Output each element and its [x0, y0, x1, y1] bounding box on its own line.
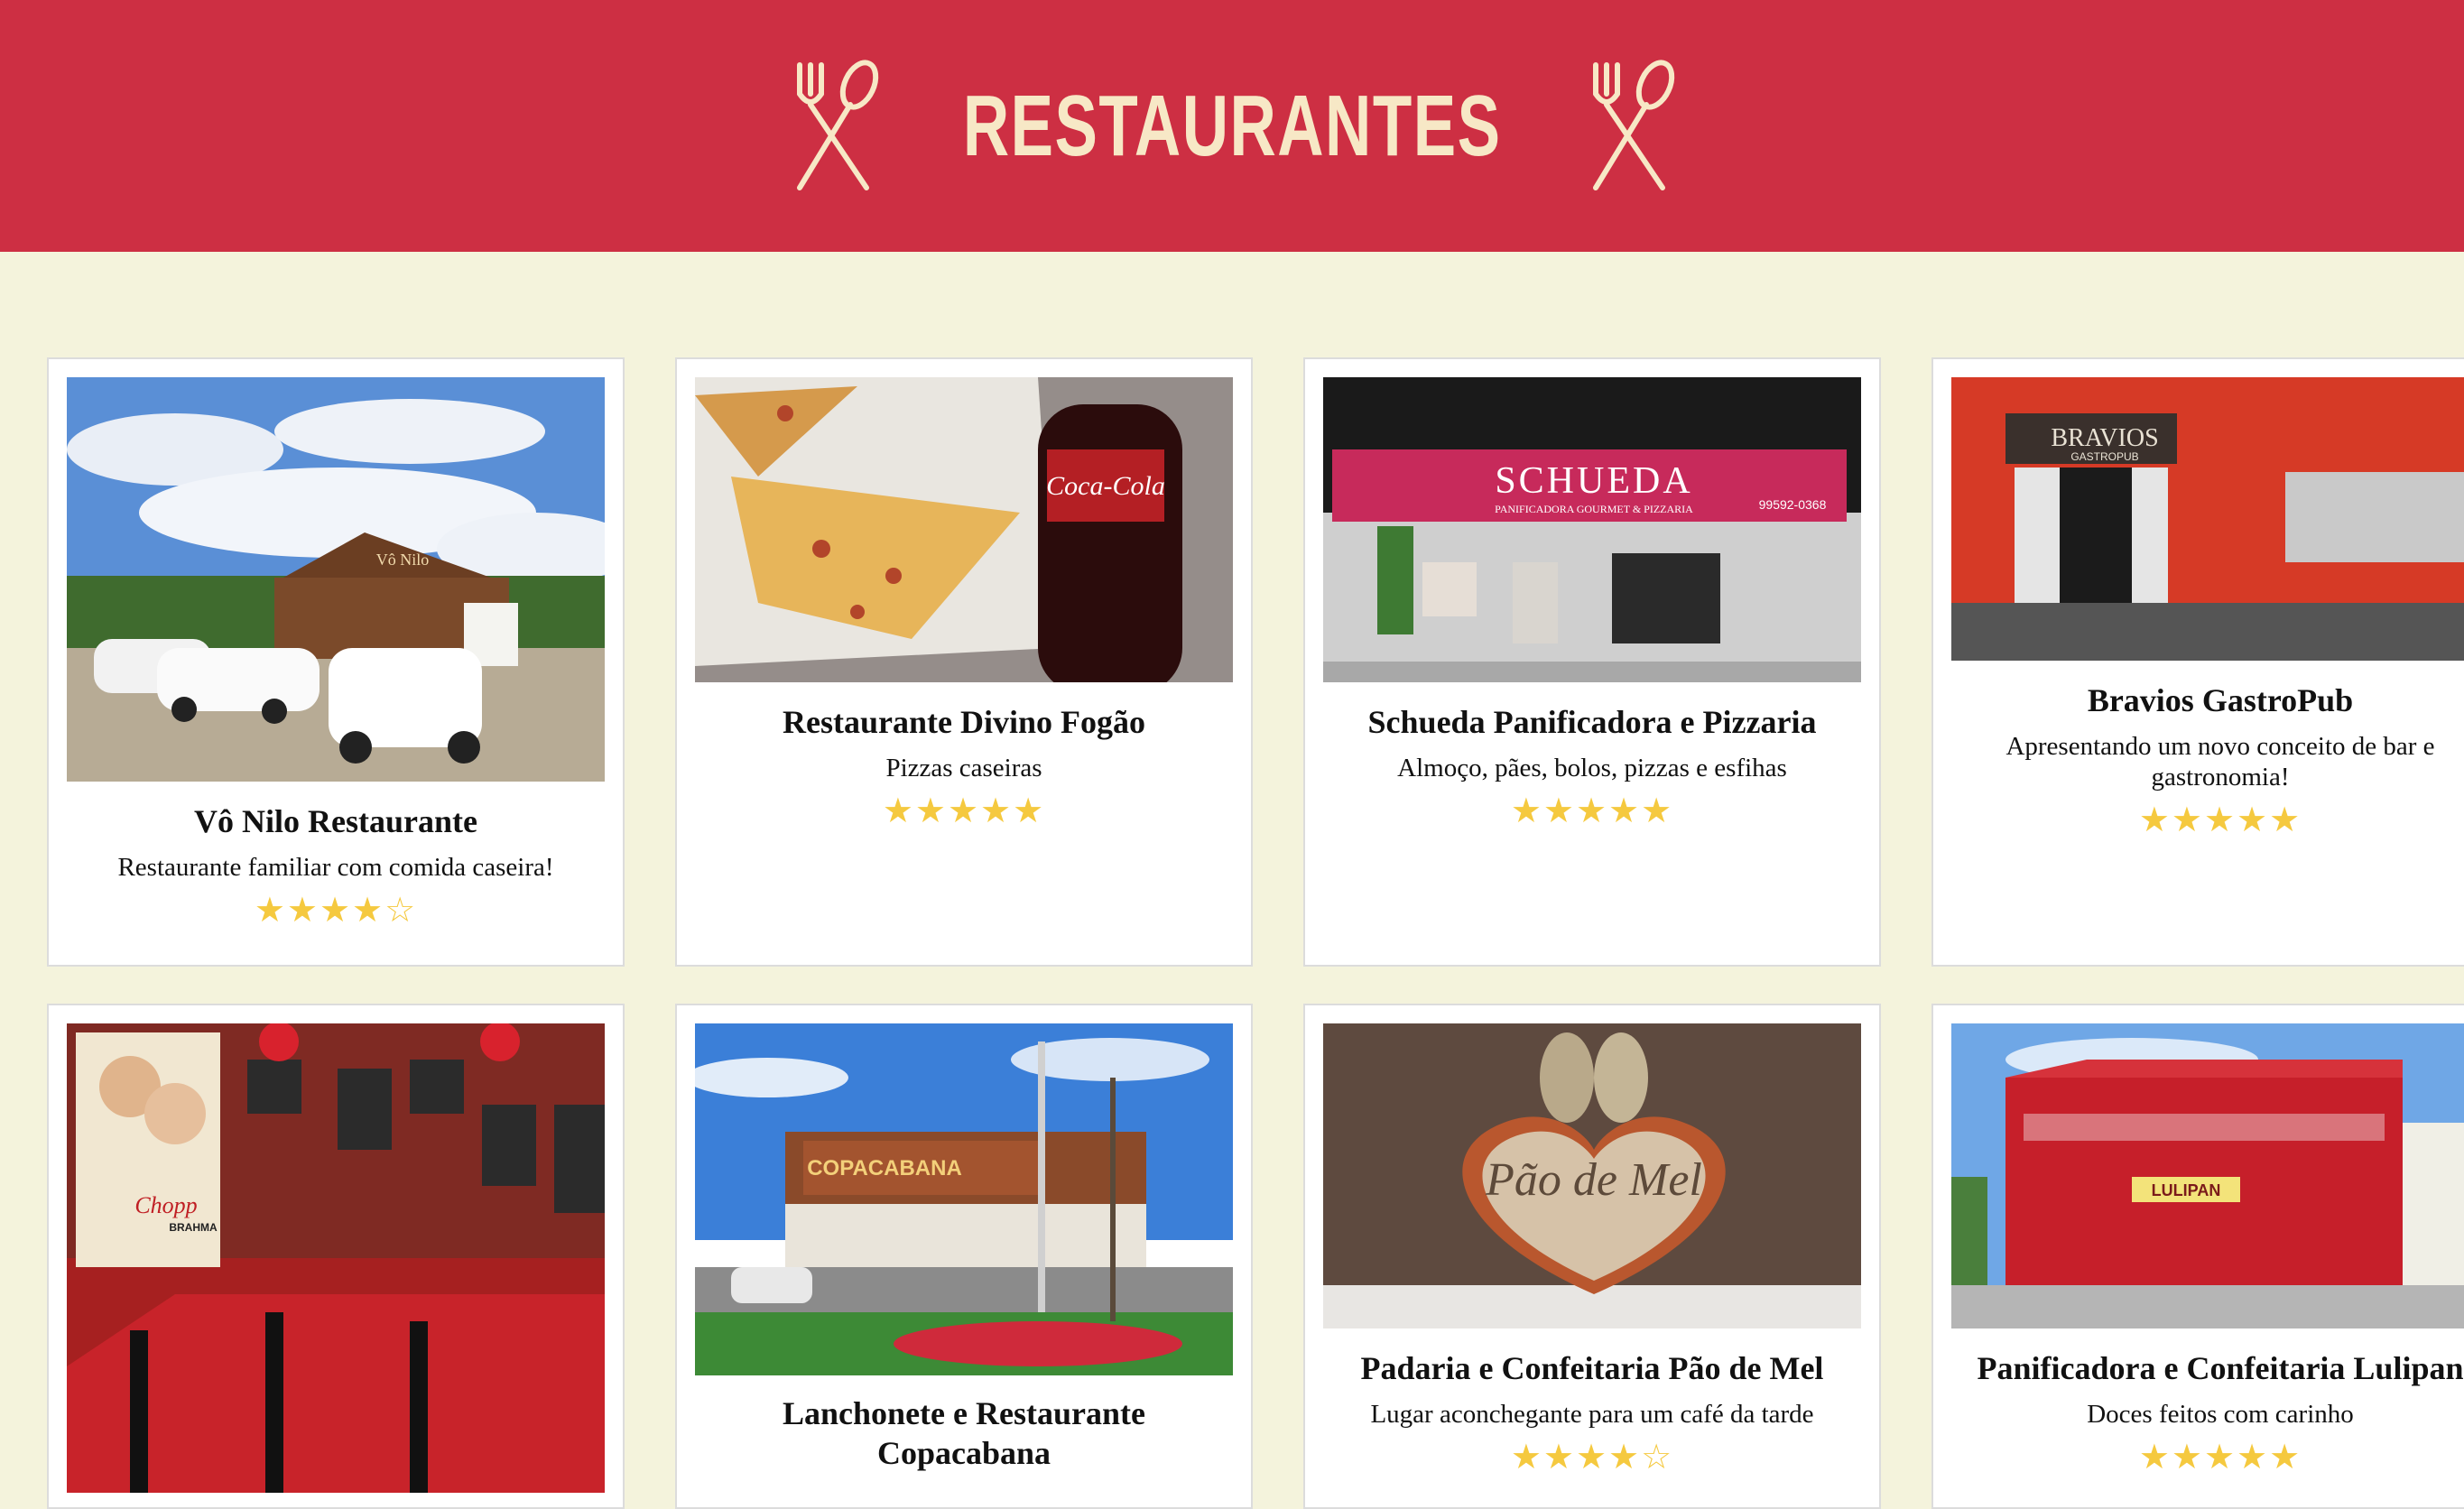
- restaurant-name: Panificadora e Confeitaria Lulipan: [1977, 1350, 2464, 1386]
- restaurant-card-vo-nilo[interactable]: Vô Nilo Vô Nilo Restaurante Restaurante …: [47, 357, 625, 967]
- restaurant-card-divino-fogao[interactable]: Coca-Cola Restaurante Divino Fogão Pizza…: [675, 357, 1253, 967]
- restaurant-card-pao-de-mel[interactable]: Pão de Mel Padaria e Confeitaria Pão de …: [1303, 1004, 1881, 1509]
- restaurant-description: Apresentando um novo conceito de bar e g…: [2005, 732, 2435, 792]
- restaurant-description: Doces feitos com carinho: [2087, 1400, 2354, 1429]
- restaurant-card-schueda[interactable]: SCHUEDA PANIFICADORA GOURMET & PIZZARIA …: [1303, 357, 1881, 967]
- photo-sign: LULIPAN: [2152, 1181, 2221, 1199]
- photo-sign-sub: GASTROPUB: [2070, 450, 2138, 463]
- restaurant-photo[interactable]: COPACABANA: [695, 1023, 1233, 1375]
- restaurant-photo[interactable]: Vô Nilo: [67, 377, 605, 782]
- restaurant-card-lulipan[interactable]: LULIPAN Panificadora e Confeitaria Lulip…: [1931, 1004, 2464, 1509]
- card-body: Bravios GastroPub Apresentando um novo c…: [1951, 680, 2464, 839]
- restaurant-description: Lugar aconchegante para um café da tarde: [1370, 1400, 1814, 1429]
- card-body: Padaria e Confeitaria Pão de Mel Lugar a…: [1323, 1348, 1861, 1477]
- restaurant-photo[interactable]: Pão de Mel: [1323, 1023, 1861, 1328]
- photo-sign: BRAVIOS: [2051, 424, 2158, 452]
- fork-and-spoon-icon: [1576, 58, 1684, 195]
- rating-stars: ★★★★★: [2138, 1437, 2302, 1477]
- restaurant-card-chopp-brahma[interactable]: Chopp BRAHMA: [47, 1004, 625, 1509]
- card-body: Schueda Panificadora e Pizzaria Almoço, …: [1323, 702, 1861, 830]
- restaurant-card-copacabana[interactable]: COPACABANA Lanchonete e Restaurante Copa…: [675, 1004, 1253, 1509]
- restaurant-photo[interactable]: Coca-Cola: [695, 377, 1233, 682]
- photo-sign: Pão de Mel: [1485, 1154, 1702, 1206]
- restaurant-name: Vô Nilo Restaurante: [194, 803, 477, 839]
- card-body: Vô Nilo Restaurante Restaurante familiar…: [67, 801, 605, 930]
- card-body: Restaurante Divino Fogão Pizzas caseiras…: [695, 702, 1233, 830]
- photo-sign-sub: BRAHMA: [169, 1221, 218, 1234]
- restaurant-description: Almoço, pães, bolos, pizzas e esfihas: [1397, 754, 1787, 782]
- photo-sign-sub: PANIFICADORA GOURMET & PIZZARIA: [1495, 503, 1693, 515]
- photo-sign: COPACABANA: [807, 1156, 962, 1180]
- restaurant-photo[interactable]: SCHUEDA PANIFICADORA GOURMET & PIZZARIA …: [1323, 377, 1861, 682]
- photo-sign-phone: 99592-0368: [1759, 497, 1827, 512]
- restaurant-name: Bravios GastroPub: [2087, 682, 2354, 718]
- card-body: Panificadora e Confeitaria Lulipan Doces…: [1951, 1348, 2464, 1477]
- card-body: Lanchonete e Restaurante Copacabana: [695, 1393, 1233, 1473]
- restaurant-card-bravios[interactable]: BRAVIOS GASTROPUB Bravios GastroPub Apre…: [1931, 357, 2464, 967]
- rating-stars: ★★★★★: [1510, 791, 1674, 830]
- rating-stars: ★★★★★: [882, 791, 1046, 830]
- photo-sign: Chopp: [134, 1192, 197, 1218]
- restaurant-name: Padaria e Confeitaria Pão de Mel: [1360, 1350, 1824, 1386]
- header-content: RESTAURANTES: [0, 0, 2464, 252]
- restaurant-name: Schueda Panificadora e Pizzaria: [1367, 704, 1817, 740]
- photo-sign: Vô Nilo: [376, 551, 430, 569]
- rating-stars: ★★★★☆: [1510, 1437, 1674, 1477]
- restaurant-name: Restaurante Divino Fogão: [783, 704, 1145, 740]
- restaurant-description: Restaurante familiar com comida caseira!: [117, 853, 554, 882]
- rating-stars: ★★★★☆: [254, 890, 418, 930]
- restaurant-photo[interactable]: BRAVIOS GASTROPUB: [1951, 377, 2464, 661]
- rating-stars: ★★★★★: [2138, 800, 2302, 839]
- restaurant-photo[interactable]: LULIPAN: [1951, 1023, 2464, 1328]
- restaurant-name: Lanchonete e Restaurante Copacabana: [783, 1395, 1145, 1471]
- photo-sign: Coca-Cola: [1046, 471, 1165, 501]
- photo-sign: SCHUEDA: [1495, 460, 1692, 502]
- page-title: RESTAURANTES: [962, 77, 1502, 174]
- restaurant-description: Pizzas caseiras: [885, 754, 1042, 782]
- fork-and-spoon-icon: [780, 58, 888, 195]
- restaurant-photo[interactable]: Chopp BRAHMA: [67, 1023, 605, 1493]
- site-header: RESTAURANTES: [0, 0, 2464, 252]
